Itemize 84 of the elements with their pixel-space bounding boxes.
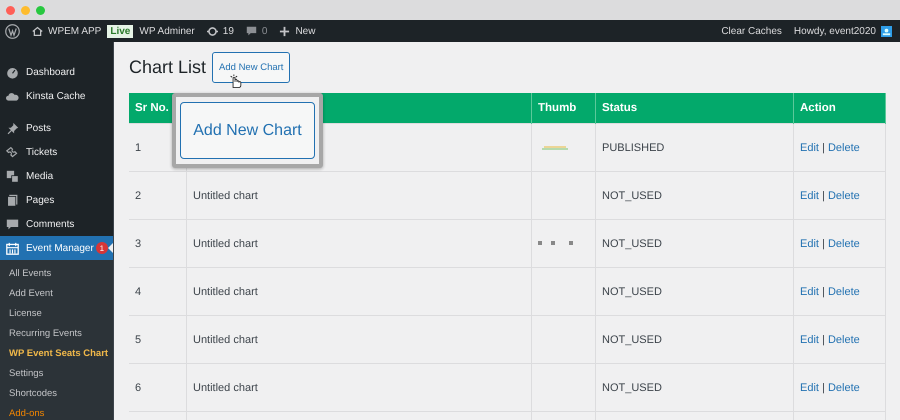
comments-link[interactable]: 0 bbox=[246, 26, 268, 36]
table-cell: 6 bbox=[129, 364, 186, 412]
separator: | bbox=[822, 238, 825, 250]
site-link[interactable]: WPEM APP bbox=[32, 26, 102, 36]
delete-link[interactable]: Delete bbox=[828, 190, 860, 202]
table-cell: NOT_USED bbox=[596, 364, 794, 412]
delete-link[interactable]: Delete bbox=[828, 334, 860, 346]
separator: | bbox=[822, 190, 825, 202]
table-cell: Untitled chart bbox=[186, 364, 532, 412]
ticket-icon bbox=[6, 146, 19, 158]
comment-icon bbox=[246, 26, 257, 36]
site-name-link[interactable]: WP Adminer bbox=[139, 26, 195, 36]
table-cell: PUBLISHED bbox=[596, 124, 794, 172]
account-link[interactable]: Howdy, event2020 bbox=[794, 26, 892, 36]
submenu-item[interactable]: Recurring Events bbox=[0, 324, 113, 344]
table-cell: Untitled chart bbox=[186, 220, 532, 268]
edit-link[interactable]: Edit bbox=[800, 190, 819, 202]
delete-link[interactable]: Delete bbox=[828, 286, 860, 298]
separator: | bbox=[822, 142, 825, 154]
table-cell: Untitled chart bbox=[186, 316, 532, 364]
refresh-icon bbox=[206, 26, 218, 36]
table-cell: NOT_USED bbox=[596, 172, 794, 220]
chart-thumbnail-icon bbox=[542, 146, 568, 150]
wordpress-logo-icon[interactable] bbox=[5, 24, 20, 38]
new-link[interactable]: New bbox=[279, 26, 316, 36]
sidebar-item[interactable]: Pages bbox=[0, 188, 113, 212]
plus-icon bbox=[279, 26, 290, 36]
column-header: Thumb bbox=[532, 93, 596, 124]
submenu-item[interactable]: Add-ons bbox=[0, 404, 113, 420]
table-cell: 4 bbox=[129, 268, 186, 316]
count-badge: 1 bbox=[96, 242, 108, 254]
delete-link[interactable]: Delete bbox=[828, 142, 860, 154]
page-title: Chart List bbox=[129, 57, 206, 78]
close-window-button[interactable] bbox=[6, 6, 15, 14]
table-cell: Untitled chart bbox=[186, 268, 532, 316]
media-icon bbox=[6, 170, 19, 182]
submenu-item[interactable]: WP Event Seats Chart bbox=[0, 344, 113, 364]
submenu-item[interactable]: All Events bbox=[0, 264, 113, 284]
table-cell: Untitled chart bbox=[186, 172, 532, 220]
submenu-item[interactable]: Add Event bbox=[0, 284, 113, 304]
clear-caches-link[interactable]: Clear Caches bbox=[721, 26, 782, 36]
table-cell: 2 bbox=[129, 172, 186, 220]
submenu-item[interactable]: Shortcodes bbox=[0, 384, 113, 404]
pages-icon bbox=[6, 194, 19, 206]
updates-link[interactable]: 19 bbox=[206, 26, 234, 36]
delete-link[interactable]: Delete bbox=[828, 382, 860, 394]
sidebar-item[interactable]: Event Manager 1 bbox=[0, 236, 113, 260]
delete-link[interactable]: Delete bbox=[828, 238, 860, 250]
edit-link[interactable]: Edit bbox=[800, 238, 819, 250]
add-new-chart-button[interactable]: Add New Chart bbox=[212, 52, 290, 83]
avatar-icon bbox=[881, 26, 892, 36]
pushpin-icon bbox=[6, 122, 19, 134]
table-cell: NOT_USED bbox=[596, 316, 794, 364]
calendar-icon bbox=[6, 242, 19, 254]
edit-link[interactable]: Edit bbox=[800, 334, 819, 346]
table-cell: 3 bbox=[129, 220, 186, 268]
minimize-window-button[interactable] bbox=[21, 6, 30, 14]
edit-link[interactable]: Edit bbox=[800, 286, 819, 298]
edit-link[interactable]: Edit bbox=[800, 382, 819, 394]
home-icon bbox=[32, 26, 43, 36]
submenu-item[interactable]: License bbox=[0, 304, 113, 324]
gauge-icon bbox=[6, 66, 19, 78]
hand-cursor-icon bbox=[229, 73, 242, 89]
sidebar-item[interactable]: Media bbox=[0, 164, 113, 188]
live-badge: Live bbox=[107, 24, 134, 38]
separator: | bbox=[822, 286, 825, 298]
chart-thumbnail-icon bbox=[538, 241, 574, 246]
edit-link[interactable]: Edit bbox=[800, 142, 819, 154]
sidebar-item[interactable]: Posts bbox=[0, 116, 113, 140]
separator: | bbox=[822, 382, 825, 394]
sidebar-item[interactable]: Dashboard bbox=[0, 60, 113, 84]
submenu-item[interactable]: Settings bbox=[0, 364, 113, 384]
separator: | bbox=[822, 334, 825, 346]
table-cell: NOT_USED bbox=[596, 268, 794, 316]
comment-icon bbox=[6, 218, 19, 230]
sidebar-item[interactable]: Comments bbox=[0, 212, 113, 236]
sidebar-item[interactable]: Tickets bbox=[0, 140, 113, 164]
column-header: Status bbox=[596, 93, 794, 124]
maximize-window-button[interactable] bbox=[36, 6, 45, 14]
table-cell: 5 bbox=[129, 316, 186, 364]
column-header: Action bbox=[794, 93, 886, 124]
add-new-chart-button[interactable]: Add New Chart bbox=[180, 102, 315, 159]
sidebar-item[interactable]: Kinsta Cache bbox=[0, 84, 113, 108]
table-cell: NOT_USED bbox=[596, 220, 794, 268]
